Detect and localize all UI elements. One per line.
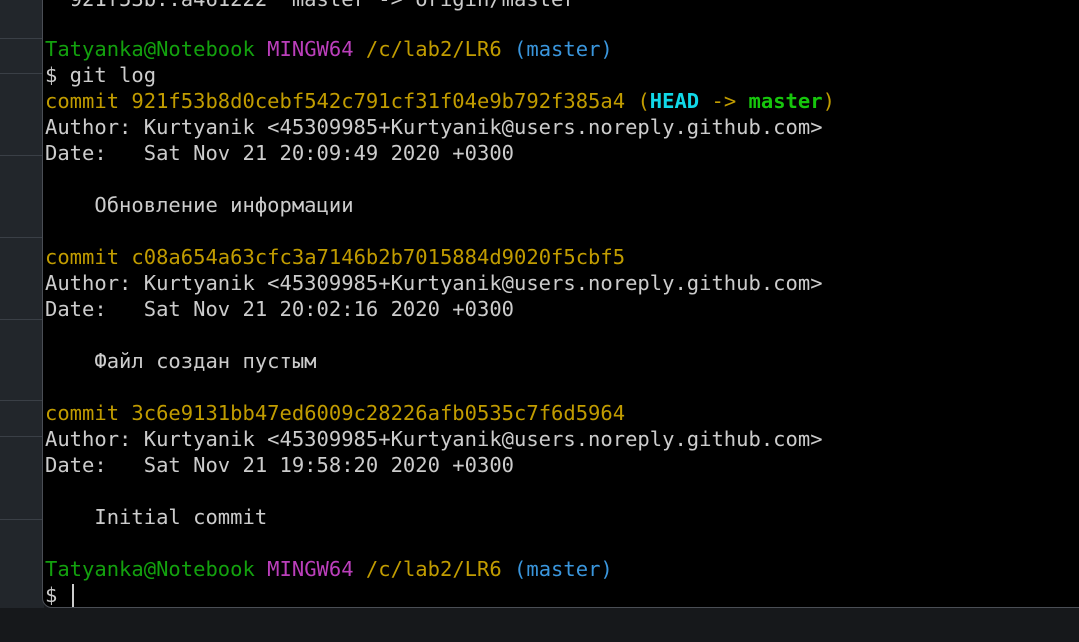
commit-label: commit (45, 245, 120, 269)
commit-author: Author: Kurtyanik <45309985+Kurtyanik@us… (45, 427, 823, 451)
desktop-background (0, 608, 1079, 642)
commit-date: Date: Sat Nov 21 20:02:16 2020 +0300 (45, 297, 514, 321)
commit-hash: 921f53b8d0cebf542c791cf31f04e9b792f385a4 (131, 89, 626, 113)
prompt-user-host: Tatyanka@Notebook (45, 37, 255, 61)
background-divider (0, 237, 42, 238)
background-divider (0, 73, 42, 74)
terminal-line-partial: 921f53b..a461222 master -> origin/master (45, 0, 576, 12)
command-input-line[interactable]: $ (45, 582, 74, 607)
background-divider (0, 319, 42, 320)
background-divider (0, 436, 42, 437)
background-divider (0, 155, 42, 156)
prompt-branch: (master) (514, 557, 613, 581)
commit-line: commit 3c6e9131bb47ed6009c28226afb0535c7… (45, 400, 625, 426)
prompt-system: MINGW64 (267, 37, 354, 61)
commit-message: Обновление информации (45, 193, 354, 217)
commit-label: commit (45, 401, 120, 425)
command-line: $ git log (45, 63, 157, 87)
commit-date: Date: Sat Nov 21 20:09:49 2020 +0300 (45, 141, 514, 165)
shell-prompt: Tatyanka@Notebook MINGW64 /c/lab2/LR6 (m… (45, 556, 613, 582)
background-divider (0, 38, 42, 39)
shell-prompt: Tatyanka@Notebook MINGW64 /c/lab2/LR6 (m… (45, 36, 613, 62)
commit-author: Author: Kurtyanik <45309985+Kurtyanik@us… (45, 115, 823, 139)
prompt-branch: (master) (514, 37, 613, 61)
commit-message: Initial commit (45, 505, 268, 529)
background-window (0, 0, 44, 642)
commit-line: commit c08a654a63cfc3a7146b2b7015884d902… (45, 244, 625, 270)
commit-label: commit (45, 89, 120, 113)
commit-refs-open: ( (637, 89, 650, 113)
prompt-path: /c/lab2/LR6 (365, 557, 502, 581)
commit-refs-close: ) (822, 89, 835, 113)
commit-ref-arrow: -> (699, 89, 749, 113)
text-cursor (71, 584, 74, 607)
commit-date: Date: Sat Nov 21 19:58:20 2020 +0300 (45, 453, 514, 477)
commit-hash: c08a654a63cfc3a7146b2b7015884d9020f5cbf5 (131, 245, 626, 269)
prompt-system: MINGW64 (267, 557, 354, 581)
commit-line: commit 921f53b8d0cebf542c791cf31f04e9b79… (45, 88, 835, 114)
background-divider (0, 519, 42, 520)
commit-hash: 3c6e9131bb47ed6009c28226afb0535c7f6d5964 (131, 401, 626, 425)
commit-author: Author: Kurtyanik <45309985+Kurtyanik@us… (45, 271, 823, 295)
prompt-user-host: Tatyanka@Notebook (45, 557, 255, 581)
input-prompt-symbol: $ (45, 583, 70, 607)
prompt-path: /c/lab2/LR6 (365, 37, 502, 61)
commit-ref-branch: master (748, 89, 823, 113)
commit-message: Файл создан пустым (45, 349, 317, 373)
commit-ref-head: HEAD (649, 89, 700, 113)
terminal-window[interactable]: 921f53b..a461222 master -> origin/master… (42, 0, 1079, 608)
background-divider (0, 400, 42, 401)
